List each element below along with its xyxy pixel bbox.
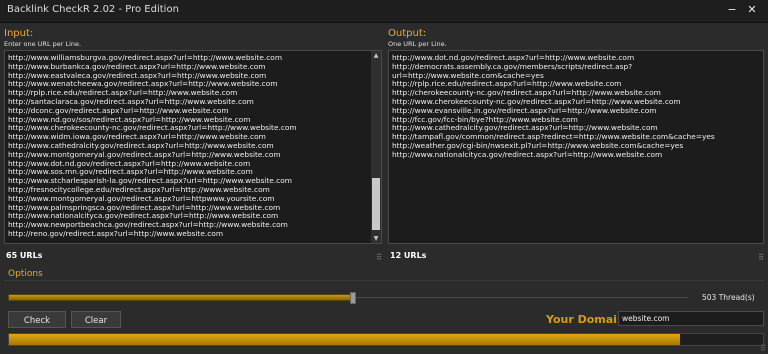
output-hint: One URL per Line. (388, 40, 447, 48)
output-textarea[interactable]: http://www.dot.nd.gov/redirect.aspx?url=… (388, 50, 764, 244)
check-urls-button[interactable]: Check URLs (8, 311, 66, 343)
input-textarea[interactable]: http://www.williamsburgva.gov/redirect.a… (4, 50, 382, 244)
input-label: Input: (4, 28, 34, 39)
output-panel: Output: One URL per Line. http://www.dot… (388, 28, 764, 263)
progress-fill (9, 334, 681, 345)
output-line: http://www.nationalcityca.gov/redirect.a… (392, 149, 663, 159)
resize-grip-icon[interactable]: ⠿ (758, 253, 764, 262)
close-icon[interactable]: ✕ (745, 3, 759, 17)
options-label: Options (8, 269, 43, 279)
input-lines: http://www.williamsburgva.gov/redirect.a… (8, 53, 297, 239)
input-panel: Input: Enter one URL per Line. http://ww… (4, 28, 382, 263)
input-line: http://reno.gov/redirect.aspx?url=http:/… (8, 228, 224, 238)
minimize-icon[interactable]: − (725, 3, 739, 17)
title-bar: Backlink CheckR 2.02 - Pro Edition − ✕ (0, 0, 768, 23)
window-resize-icon[interactable]: ⠿ (760, 344, 766, 353)
output-count: 12 URLs (390, 251, 427, 260)
resize-grip-icon[interactable]: ⠿ (376, 253, 382, 262)
input-scrollbar[interactable]: ▲ ▼ (371, 51, 381, 243)
window-title: Backlink CheckR 2.02 - Pro Edition (7, 4, 179, 15)
threads-slider-rest[interactable] (356, 297, 688, 298)
scroll-down-icon[interactable]: ▼ (371, 235, 381, 242)
threads-slider-track[interactable] (8, 294, 354, 301)
options-divider (4, 280, 764, 281)
threads-count: 503 Thread(s) (702, 293, 755, 302)
domain-input[interactable] (618, 311, 764, 326)
scroll-thumb[interactable] (372, 178, 380, 230)
output-lines: http://www.dot.nd.gov/redirect.aspx?url=… (392, 53, 715, 160)
clear-lists-button[interactable]: Clear Lists (71, 311, 121, 343)
domain-label: Your Domain: (546, 313, 630, 326)
input-hint: Enter one URL per Line. (4, 40, 82, 48)
output-label: Output: (388, 28, 427, 39)
scroll-up-icon[interactable]: ▲ (371, 52, 381, 59)
progress-bar (8, 333, 764, 346)
input-count: 65 URLs (6, 251, 43, 260)
threads-slider-knob[interactable] (350, 292, 356, 304)
